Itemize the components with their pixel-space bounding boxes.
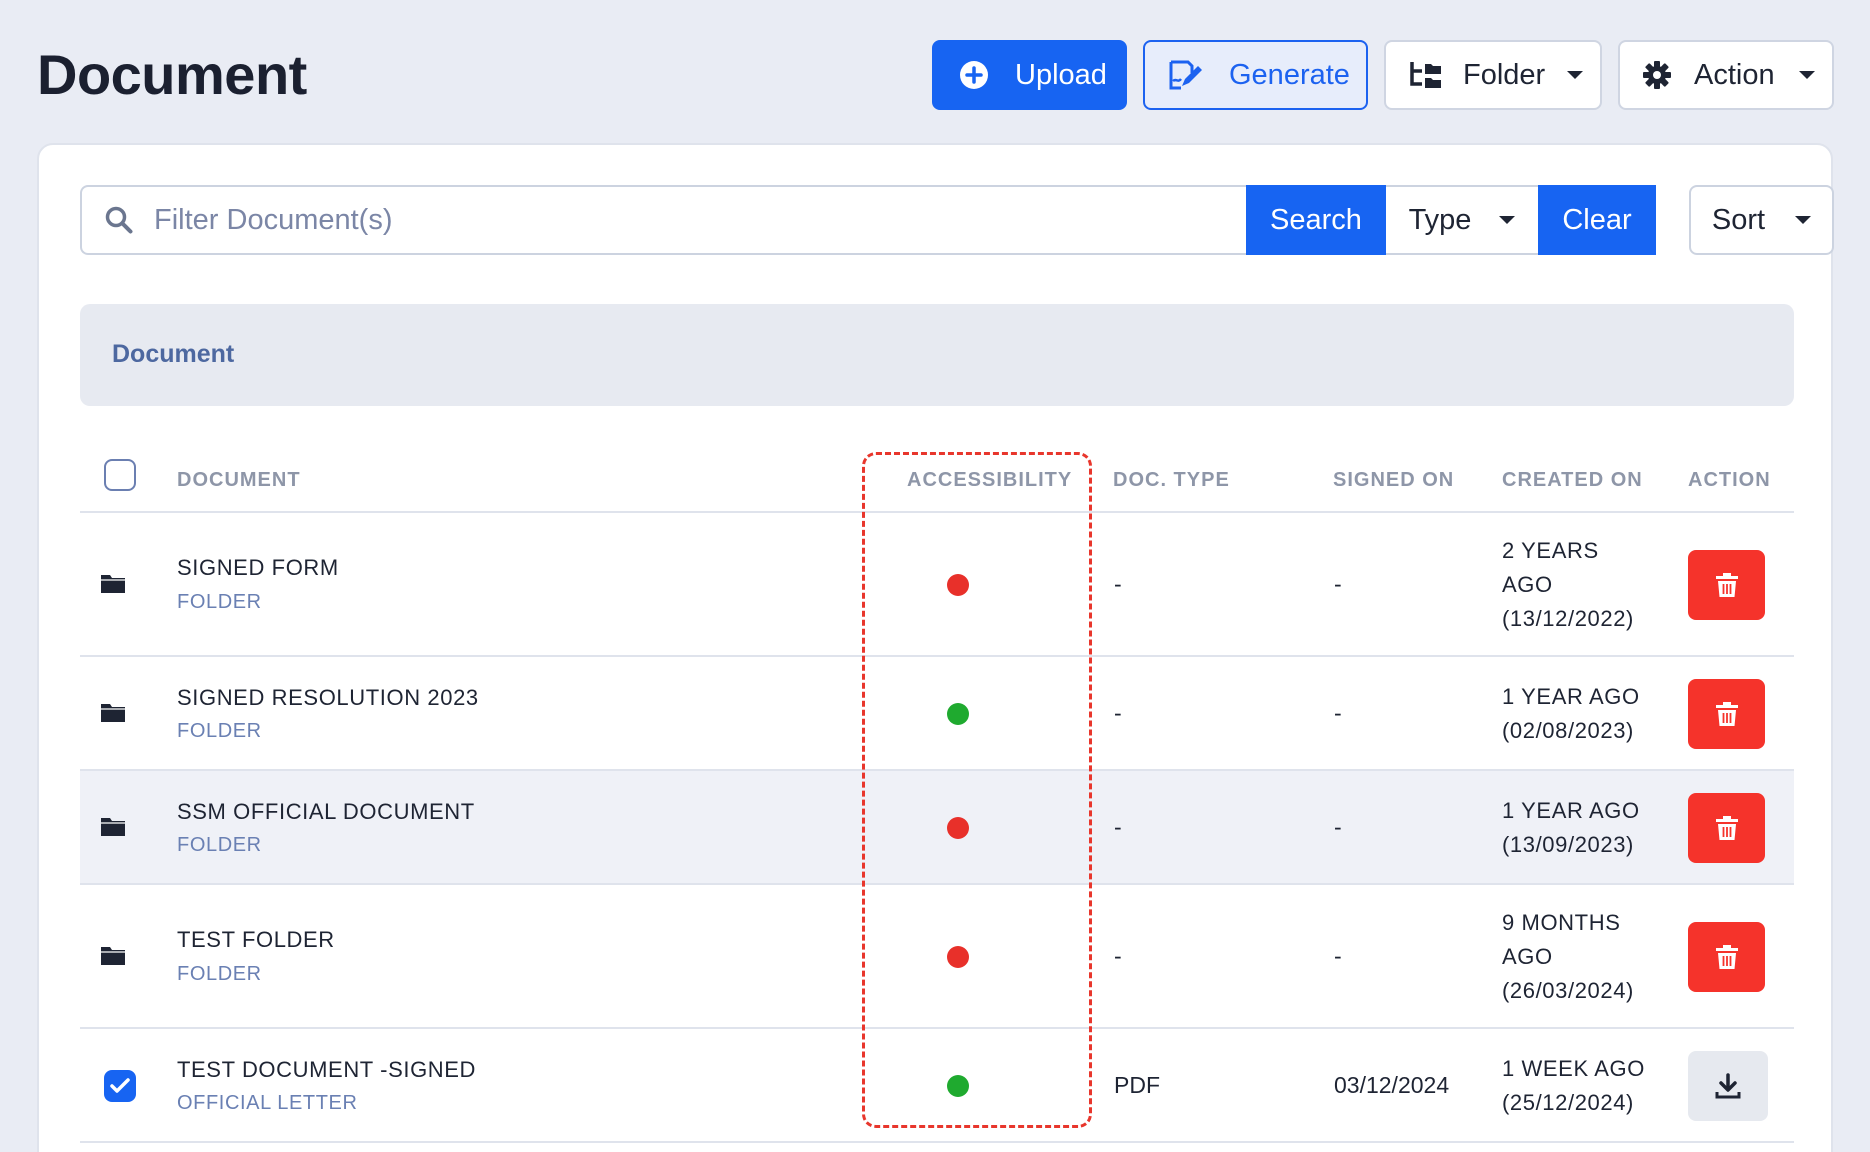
generate-label: Generate [1229, 58, 1350, 91]
section-header: Document [80, 304, 1794, 406]
doc-type-value: PDF [1114, 1072, 1160, 1098]
signed-on-value: - [1334, 943, 1342, 969]
action-dropdown-button[interactable]: Action [1618, 40, 1834, 110]
created-on-value: 1 YEAR AGO (02/08/2023) [1502, 684, 1640, 743]
table-row[interactable]: SIGNED FORM FOLDER - - 2 YEARS AGO (13/1… [80, 513, 1794, 657]
document-subtype: FOLDER [177, 591, 262, 613]
folder-label: Folder [1463, 58, 1546, 91]
document-name[interactable]: SSM OFFICIAL DOCUMENT [177, 799, 475, 825]
upload-button[interactable]: Upload [932, 40, 1127, 110]
document-subtype: FOLDER [177, 720, 262, 742]
folder-dropdown-button[interactable]: Folder [1384, 40, 1602, 110]
table-row[interactable]: TEST DOCUMENT -SIGNED OFFICIAL LETTER PD… [80, 1029, 1794, 1143]
signed-on-value: 03/12/2024 [1334, 1072, 1450, 1098]
doc-type-value: - [1114, 571, 1122, 597]
folder-icon [100, 815, 126, 842]
document-subtype: FOLDER [177, 834, 262, 856]
folder-icon [100, 944, 126, 971]
accessibility-status-green [947, 703, 969, 725]
type-dropdown-button[interactable]: Type [1386, 185, 1538, 255]
row-checkbox[interactable] [104, 1070, 136, 1102]
doc-type-value: - [1114, 943, 1122, 969]
trash-icon [1715, 943, 1739, 971]
filter-bar: Search Type Clear Sort [80, 185, 1834, 255]
documents-table: DOCUMENT ACCESSIBILITY DOC. TYPE SIGNED … [80, 445, 1794, 1143]
gear-icon [1642, 60, 1672, 90]
generate-button[interactable]: Generate [1143, 40, 1368, 110]
upload-label: Upload [1015, 58, 1107, 91]
document-name[interactable]: TEST DOCUMENT -SIGNED [177, 1057, 476, 1083]
document-subtype: FOLDER [177, 963, 262, 985]
column-header-created-on[interactable]: CREATED ON [1502, 469, 1643, 492]
doc-type-value: - [1114, 700, 1122, 726]
column-header-doc-type[interactable]: DOC. TYPE [1113, 469, 1230, 492]
section-title: Document [112, 340, 235, 368]
trash-icon [1715, 700, 1739, 728]
search-button[interactable]: Search [1246, 185, 1386, 255]
download-icon [1714, 1072, 1742, 1100]
document-name[interactable]: SIGNED RESOLUTION 2023 [177, 685, 479, 711]
chevron-down-icon [1798, 71, 1815, 79]
delete-button[interactable] [1688, 793, 1765, 863]
created-on-value: 1 YEAR AGO (13/09/2023) [1502, 798, 1640, 857]
delete-button[interactable] [1688, 922, 1765, 992]
download-button[interactable] [1688, 1051, 1768, 1121]
table-row[interactable]: TEST FOLDER FOLDER - - 9 MONTHS AGO (26/… [80, 885, 1794, 1029]
folder-icon [100, 701, 126, 728]
chevron-down-icon [1567, 71, 1584, 79]
folder-icon [100, 572, 126, 599]
column-header-document[interactable]: DOCUMENT [177, 469, 301, 492]
signed-on-value: - [1334, 571, 1342, 597]
folder-tree-icon [1409, 60, 1443, 90]
filter-input[interactable] [154, 203, 1204, 237]
created-on-value: 9 MONTHS AGO (26/03/2024) [1502, 910, 1634, 1003]
delete-button[interactable] [1688, 550, 1765, 620]
sort-label: Sort [1711, 203, 1766, 236]
type-label: Type [1408, 203, 1472, 236]
document-name[interactable]: SIGNED FORM [177, 555, 339, 581]
table-header: DOCUMENT ACCESSIBILITY DOC. TYPE SIGNED … [80, 445, 1794, 513]
clear-button[interactable]: Clear [1538, 185, 1656, 255]
chevron-down-icon [1499, 216, 1516, 224]
created-on-value: 2 YEARS AGO (13/12/2022) [1502, 538, 1634, 631]
accessibility-status-red [947, 946, 969, 968]
accessibility-status-red [947, 817, 969, 839]
chevron-down-icon [1795, 216, 1812, 224]
document-name[interactable]: TEST FOLDER [177, 927, 335, 953]
action-label: Action [1694, 58, 1775, 91]
search-field [80, 185, 1248, 255]
document-subtype: OFFICIAL LETTER [177, 1092, 358, 1114]
doc-type-value: - [1114, 814, 1122, 840]
table-row[interactable]: SIGNED RESOLUTION 2023 FOLDER - - 1 YEAR… [80, 657, 1794, 771]
accessibility-status-red [947, 574, 969, 596]
delete-button[interactable] [1688, 679, 1765, 749]
documents-card: Search Type Clear Sort Document DOCUMENT… [37, 143, 1834, 1152]
trash-icon [1715, 814, 1739, 842]
signature-edit-icon [1168, 59, 1204, 91]
page-title: Document [37, 43, 307, 106]
select-all-checkbox[interactable] [104, 459, 136, 491]
signed-on-value: - [1334, 700, 1342, 726]
signed-on-value: - [1334, 814, 1342, 840]
trash-icon [1715, 571, 1739, 599]
column-header-action: ACTION [1688, 469, 1771, 491]
check-icon [110, 1078, 130, 1094]
column-header-signed-on[interactable]: SIGNED ON [1333, 469, 1454, 492]
table-row[interactable]: SSM OFFICIAL DOCUMENT FOLDER - - 1 YEAR … [80, 771, 1794, 885]
sort-dropdown-button[interactable]: Sort [1689, 185, 1834, 255]
column-header-accessibility[interactable]: ACCESSIBILITY [907, 469, 1072, 492]
plus-circle-icon [959, 60, 989, 90]
accessibility-status-green [947, 1075, 969, 1097]
created-on-value: 1 WEEK AGO (25/12/2024) [1502, 1056, 1645, 1115]
search-icon [104, 205, 134, 235]
